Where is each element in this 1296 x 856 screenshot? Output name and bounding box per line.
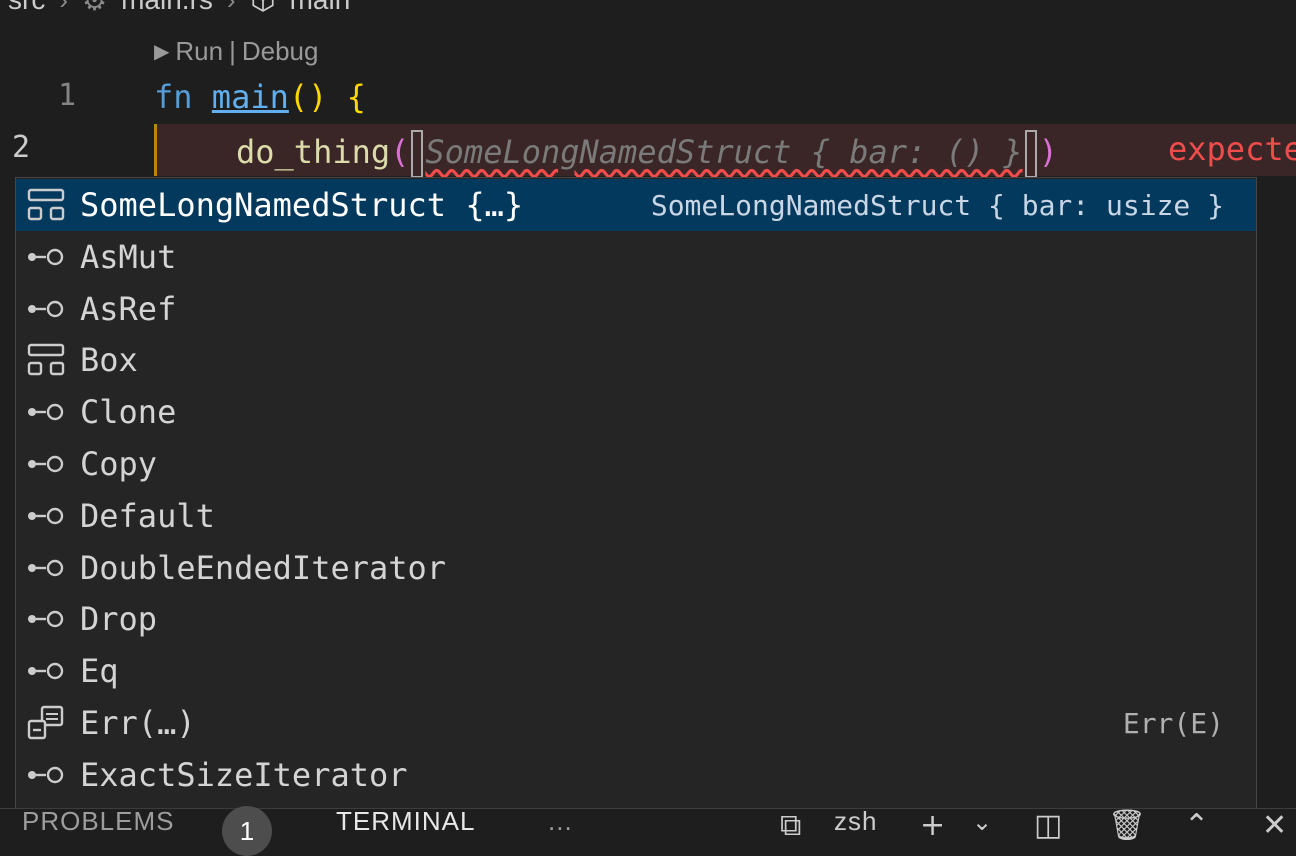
code-line-1[interactable]: fn main() { xyxy=(154,78,366,116)
problems-count-badge: 1 xyxy=(222,806,272,856)
code-line-2[interactable]: do_thing( SomeLongNamedStruct { bar: () }… xyxy=(236,130,1058,178)
tab-terminal[interactable]: TERMINAL xyxy=(336,806,475,837)
breadcrumb-file[interactable]: main.rs xyxy=(121,0,213,16)
suggestion-label: Drop xyxy=(80,600,158,639)
inline-diagnostic: expecte xyxy=(1168,130,1296,168)
panel-tabbar xyxy=(0,808,1296,835)
suggestion-label: Default xyxy=(80,496,215,535)
suggestion-label: ExactSizeIterator xyxy=(80,755,408,794)
call-name: do_thing xyxy=(236,133,391,171)
interface-icon xyxy=(24,755,68,795)
codelens-separator: | xyxy=(229,36,236,66)
suggestion-item[interactable]: Copy xyxy=(16,438,1256,490)
interface-icon xyxy=(24,599,68,639)
suggestion-label: AsMut xyxy=(80,237,177,276)
parens: () xyxy=(288,78,328,116)
keyword: fn xyxy=(154,78,193,116)
chevron-up-icon[interactable]: ⌃ xyxy=(1184,808,1209,843)
interface-icon xyxy=(24,392,68,432)
suggestion-label: Err(…) xyxy=(80,704,196,742)
suggestion-label: DoubleEndedIterator xyxy=(80,548,447,587)
suggestion-item[interactable]: AsRef xyxy=(16,283,1256,335)
suggestion-label: Clone xyxy=(80,393,177,432)
interface-icon xyxy=(24,289,68,329)
suggestion-label: AsRef xyxy=(80,289,177,328)
suggestion-item[interactable]: Drop xyxy=(16,593,1256,645)
interface-icon xyxy=(24,444,68,484)
codelens: ▶ Run | Debug xyxy=(154,36,318,67)
line-number: 1 xyxy=(57,78,76,113)
terminal-icon: ⧉ xyxy=(780,808,802,843)
breadcrumb-folder[interactable]: src xyxy=(8,0,45,16)
breadcrumb-symbol[interactable]: main xyxy=(290,0,351,16)
suggestion-item[interactable]: AsMut xyxy=(16,231,1256,283)
chevron-down-icon[interactable]: ⌄ xyxy=(972,808,992,836)
bracket-match-box xyxy=(1024,130,1037,178)
interface-icon xyxy=(24,237,68,277)
suggest-widget[interactable]: SomeLongNamedStruct {…} SomeLongNamedStru… xyxy=(15,177,1257,809)
suggestion-item[interactable]: Clone xyxy=(16,386,1256,438)
chevron-right-icon: › xyxy=(59,0,68,16)
close-icon[interactable]: ✕ xyxy=(1262,808,1287,843)
suggestion-item[interactable]: Err(…) Err(E) xyxy=(16,697,1256,749)
line-number: 2 xyxy=(11,130,30,165)
breadcrumb: src › ⚙ main.rs › main xyxy=(8,0,350,18)
codelens-debug[interactable]: Debug xyxy=(242,36,319,67)
trash-icon[interactable]: 🗑 xyxy=(1108,808,1146,843)
suggestion-item[interactable]: SomeLongNamedStruct {…} SomeLongNamedStru… xyxy=(16,179,1256,231)
suggestion-label: Copy xyxy=(80,445,158,483)
codelens-run[interactable]: Run xyxy=(175,36,223,67)
interface-icon xyxy=(24,496,68,536)
suggestion-label: Eq xyxy=(80,652,119,691)
cube-icon xyxy=(251,0,274,12)
suggestion-item[interactable]: DoubleEndedIterator xyxy=(16,542,1256,594)
suggestion-label: SomeLongNamedStruct {…} xyxy=(80,186,524,224)
tab-problems[interactable]: PROBLEMS xyxy=(22,806,175,837)
struct-icon xyxy=(24,340,68,380)
suggestion-item[interactable]: ExactSizeIterator xyxy=(16,749,1256,801)
inlay-hint: SomeLongNamedStruct { bar: () } xyxy=(425,133,1023,171)
interface-icon xyxy=(24,548,68,588)
suggestion-detail: Err(E) xyxy=(1122,706,1224,740)
more-tabs-button[interactable]: ... xyxy=(548,806,573,837)
suggestion-item[interactable]: Box xyxy=(16,334,1256,386)
gear-icon: ⚙ xyxy=(82,0,108,16)
struct-icon xyxy=(24,185,68,225)
terminal-shell-label[interactable]: zsh xyxy=(834,806,877,837)
text-cursor xyxy=(411,130,424,178)
plus-icon[interactable]: + xyxy=(920,808,945,843)
brace: { xyxy=(346,78,366,116)
chevron-right-icon: › xyxy=(227,0,236,16)
interface-icon xyxy=(24,651,68,691)
open-paren: ( xyxy=(390,133,410,171)
suggestion-detail: SomeLongNamedStruct { bar: usize } xyxy=(650,188,1224,222)
play-icon: ▶ xyxy=(154,41,170,63)
suggestion-item[interactable]: Default xyxy=(16,490,1256,542)
suggestion-item[interactable]: Eq xyxy=(16,645,1256,697)
split-icon[interactable]: ◫ xyxy=(1034,808,1062,843)
enum-member-icon xyxy=(24,703,68,743)
suggestion-label: Box xyxy=(80,341,138,380)
close-paren: ) xyxy=(1038,133,1058,171)
function-name[interactable]: main xyxy=(212,78,289,116)
